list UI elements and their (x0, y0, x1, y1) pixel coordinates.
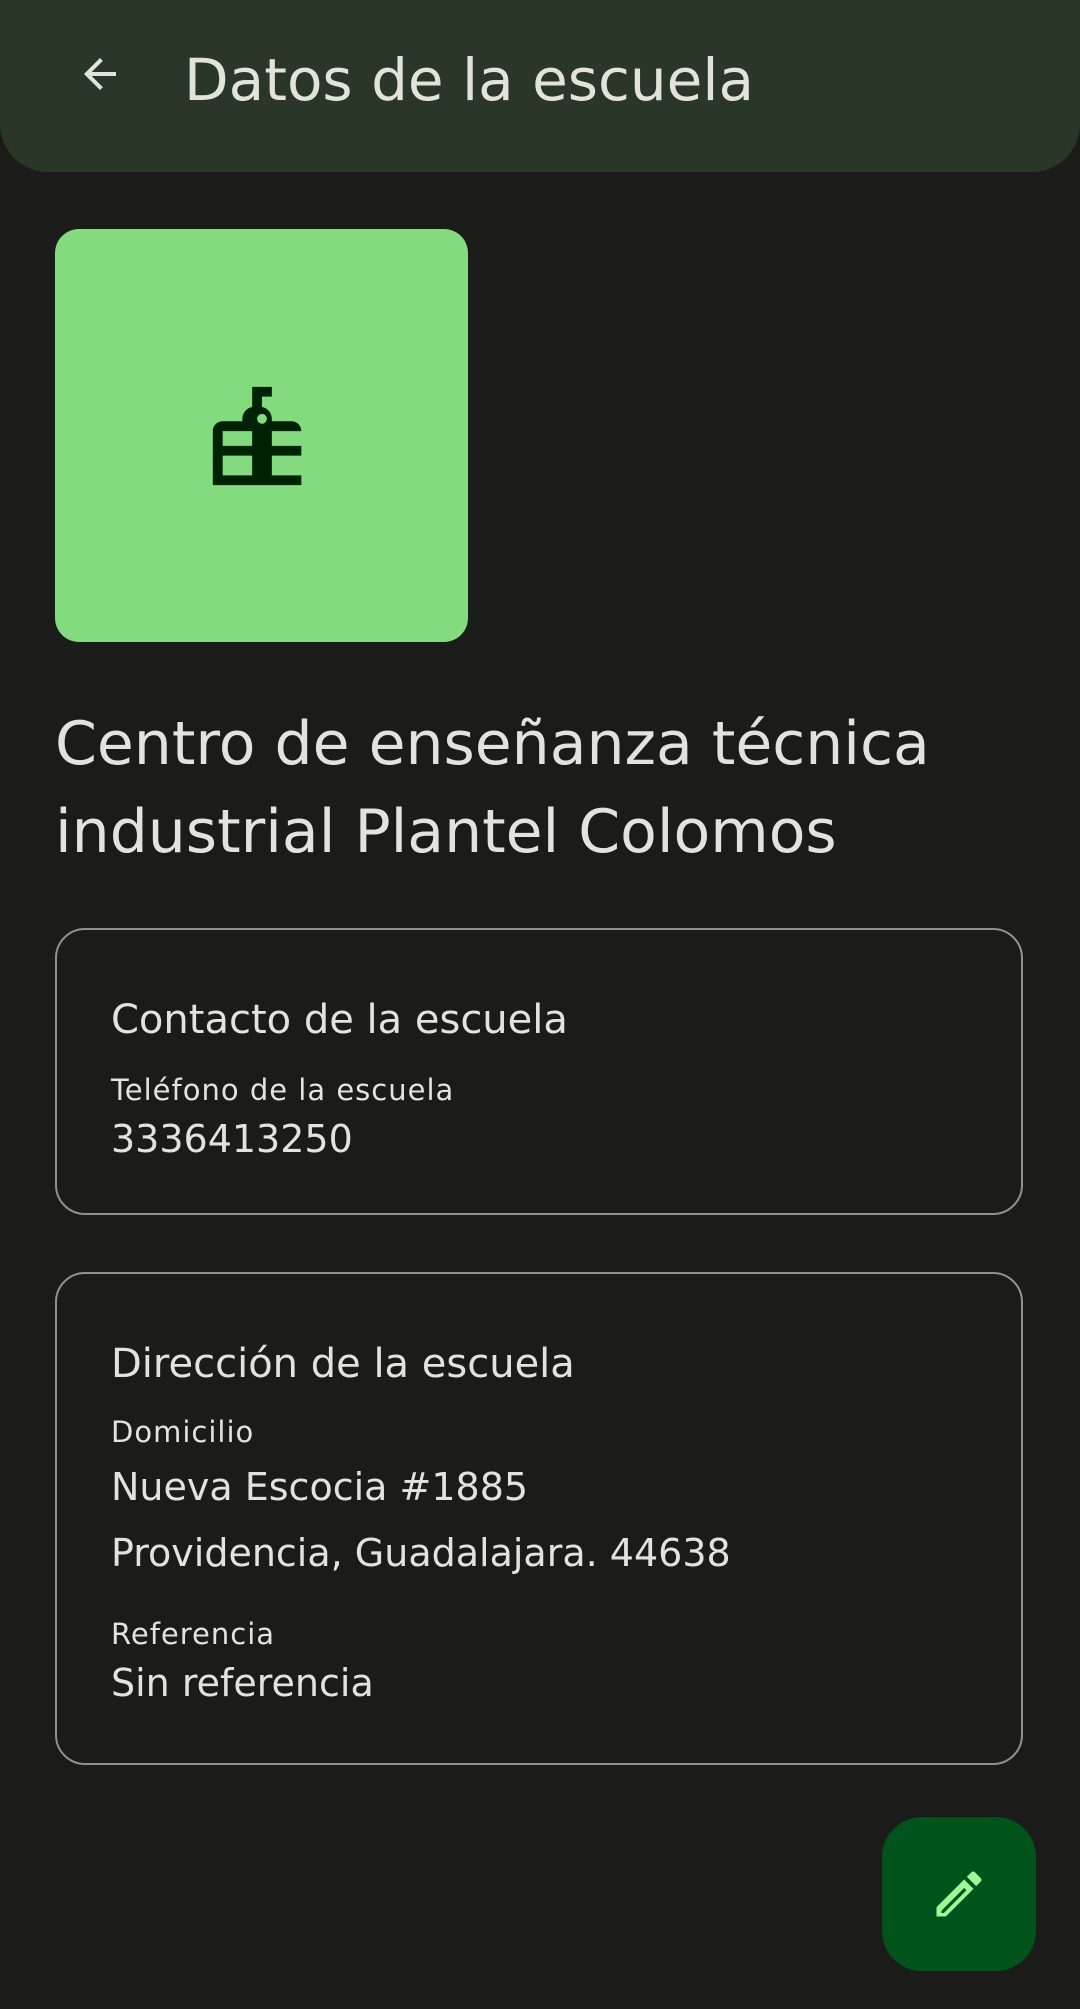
school-icon (212, 386, 301, 485)
edit-fab-button[interactable] (882, 1817, 1036, 1971)
address-line-1: Nueva Escocia #1885 (111, 1465, 529, 1509)
address-card: Dirección de la escuela Domicilio Nueva … (55, 1272, 1023, 1765)
school-image-placeholder (55, 229, 468, 642)
reference-value: Sin referencia (111, 1661, 374, 1705)
arrow-back-icon (84, 58, 116, 90)
phone-label: Teléfono de la escuela (111, 1073, 455, 1107)
back-button[interactable] (62, 36, 138, 112)
contact-card-title: Contacto de la escuela (111, 997, 568, 1043)
address-line-2: Providencia, Guadalajara. 44638 (111, 1531, 731, 1575)
address-label: Domicilio (111, 1415, 255, 1449)
edit-pencil-icon (936, 1871, 982, 1917)
top-app-bar: Datos de la escuela (0, 0, 1080, 172)
phone-value: 3336413250 (111, 1117, 353, 1161)
page-title: Datos de la escuela (184, 46, 755, 114)
school-name-heading: Centro de enseñanza técnica industrial P… (55, 709, 930, 867)
address-card-title: Dirección de la escuela (111, 1341, 575, 1387)
contact-card: Contacto de la escuela Teléfono de la es… (55, 928, 1023, 1215)
reference-label: Referencia (111, 1617, 276, 1651)
